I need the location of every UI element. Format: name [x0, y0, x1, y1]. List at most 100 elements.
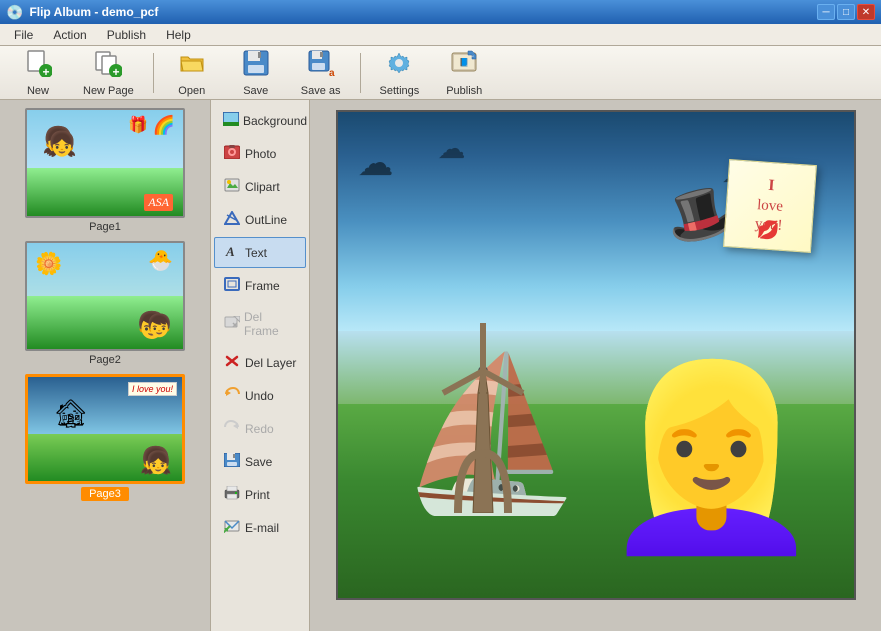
undo-icon — [223, 387, 241, 404]
settings-label: Settings — [380, 85, 420, 97]
clipart-label: Clipart — [245, 180, 280, 194]
page-thumb-2[interactable]: 🌼 🐣 👦 Page2 — [8, 241, 202, 366]
save-as-label: Save as — [301, 85, 341, 97]
tool-frame[interactable]: Frame — [214, 270, 306, 301]
page-3-bg: 🏚 👧 I love you! — [28, 377, 182, 481]
window-controls: ─ □ ✕ — [817, 4, 875, 20]
outline-label: OutLine — [245, 213, 287, 227]
canvas-frame[interactable]: ☁ ☁ ☁ ⛵ — [336, 110, 856, 600]
publish-button[interactable]: 📘 → Publish — [434, 50, 494, 96]
save-label: Save — [243, 85, 268, 97]
outline-icon — [223, 211, 241, 228]
tool-clipart[interactable]: Clipart — [214, 171, 306, 202]
clipart-icon — [223, 178, 241, 195]
settings-button[interactable]: Settings — [369, 50, 431, 96]
email-label: E-mail — [245, 521, 279, 535]
girl-photo: 👱‍♀️ — [599, 368, 823, 548]
page-2-bg: 🌼 🐣 👦 — [27, 243, 183, 349]
email-icon — [223, 519, 241, 536]
toolbar: + New + New Page Open — [0, 46, 881, 100]
canvas-area: ☁ ☁ ☁ ⛵ — [310, 100, 881, 631]
redo-icon — [223, 420, 241, 437]
sep2 — [360, 53, 361, 93]
canvas-background: ☁ ☁ ☁ ⛵ — [338, 112, 854, 598]
svg-text:+: + — [113, 65, 120, 77]
page-thumb-1[interactable]: 🌈 🎁 👧 ASA Page1 — [8, 108, 202, 233]
menu-help[interactable]: Help — [156, 26, 201, 44]
tool-background[interactable]: Background — [214, 105, 306, 136]
del-frame-label: Del Frame — [244, 310, 297, 338]
text-label: Text — [245, 246, 267, 260]
menu-bar: File Action Publish Help — [0, 24, 881, 46]
new-page-label: New Page — [83, 85, 134, 97]
save-tool-label: Save — [245, 455, 272, 469]
save-as-button[interactable]: as Save as — [290, 50, 352, 96]
open-icon — [178, 49, 206, 83]
maximize-button[interactable]: □ — [837, 4, 855, 20]
svg-text:→: → — [469, 53, 475, 59]
save-icon — [242, 49, 270, 83]
text-icon: A — [223, 244, 241, 261]
tool-text[interactable]: A Text — [214, 237, 306, 268]
frame-label: Frame — [245, 279, 280, 293]
del-layer-icon — [223, 354, 241, 371]
new-page-button[interactable]: + New Page — [72, 50, 145, 96]
page-3-label: Page3 — [81, 487, 129, 501]
minimize-button[interactable]: ─ — [817, 4, 835, 20]
cloud-1: ☁ — [358, 142, 394, 184]
kiss-mark: 💋 — [756, 219, 780, 242]
page-preview-1: 🌈 🎁 👧 ASA — [25, 108, 185, 218]
svg-text:A: A — [225, 244, 235, 258]
page-2-label: Page2 — [89, 354, 121, 366]
del-layer-label: Del Layer — [245, 356, 296, 370]
menu-action[interactable]: Action — [43, 26, 96, 44]
redo-label: Redo — [245, 422, 274, 436]
save-as-icon: as — [307, 49, 335, 83]
sep1 — [153, 53, 154, 93]
menu-publish[interactable]: Publish — [97, 26, 156, 44]
svg-text:as: as — [329, 68, 335, 77]
tool-photo[interactable]: Photo — [214, 138, 306, 169]
svg-text:+: + — [42, 65, 49, 77]
page-1-bg: 🌈 🎁 👧 ASA — [27, 110, 183, 216]
save-button[interactable]: Save — [226, 50, 286, 96]
close-button[interactable]: ✕ — [857, 4, 875, 20]
menu-file[interactable]: File — [4, 26, 43, 44]
frame-icon — [223, 277, 241, 294]
print-icon — [223, 486, 241, 503]
app-icon: 💿 — [6, 4, 23, 21]
tool-del-frame[interactable]: Del Frame — [214, 303, 306, 345]
settings-icon — [385, 49, 413, 83]
print-label: Print — [245, 488, 270, 502]
del-frame-icon — [223, 316, 240, 333]
page-panel: 🌈 🎁 👧 ASA Page1 🌼 🐣 👦 Page2 — [0, 100, 210, 631]
page-thumb-3[interactable]: 🏚 👧 I love you! Page3 — [8, 374, 202, 501]
background-label: Background — [243, 114, 307, 128]
tool-undo[interactable]: Undo — [214, 380, 306, 411]
new-label: New — [27, 85, 49, 97]
title-bar: 💿 Flip Album - demo_pcf ─ □ ✕ — [0, 0, 881, 24]
open-label: Open — [178, 85, 205, 97]
publish-label: Publish — [446, 85, 482, 97]
love-note: I love you! 💋 — [723, 159, 817, 253]
new-icon: + — [24, 49, 52, 83]
new-page-icon: + — [94, 49, 122, 83]
window-title: Flip Album - demo_pcf — [29, 5, 158, 19]
tool-redo[interactable]: Redo — [214, 413, 306, 444]
new-button[interactable]: + New — [8, 50, 68, 96]
undo-label: Undo — [245, 389, 274, 403]
tool-print[interactable]: Print — [214, 479, 306, 510]
page-1-label: Page1 — [89, 221, 121, 233]
tool-del-layer[interactable]: Del Layer — [214, 347, 306, 378]
tool-panel: Background Photo Clipart OutLine A Text — [210, 100, 310, 631]
tool-email[interactable]: E-mail — [214, 512, 306, 543]
page-preview-2: 🌼 🐣 👦 — [25, 241, 185, 351]
cloud-2: ☁ — [438, 132, 466, 165]
photo-label: Photo — [245, 147, 276, 161]
background-icon — [223, 112, 239, 129]
save-tool-icon — [223, 453, 241, 470]
tool-save[interactable]: Save — [214, 446, 306, 477]
open-button[interactable]: Open — [162, 50, 222, 96]
publish-icon: 📘 → — [450, 49, 478, 83]
tool-outline[interactable]: OutLine — [214, 204, 306, 235]
